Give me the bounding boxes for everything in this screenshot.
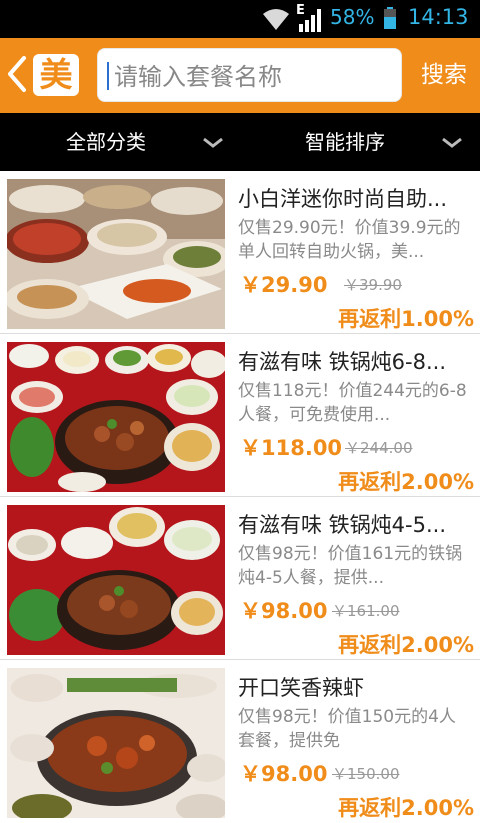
deal-title: 有滋有味 铁锅炖4-5... [238,513,446,537]
battery-icon [384,7,396,29]
deal-list[interactable]: 小白洋迷你时尚自助... 仅售29.90元！价值39.9元的单人回转自助火锅，美… [0,171,480,820]
signal-icon [299,9,321,32]
chevron-down-icon [203,137,223,148]
deal-description: 仅售118元！价值244元的6-8人餐，可免费使用... [238,381,467,425]
deal-rebate: 再返利2.00% [338,633,474,657]
deal-original-price: ￥161.00 [332,602,400,620]
deal-item[interactable]: 小白洋迷你时尚自助... 仅售29.90元！价值39.9元的单人回转自助火锅，美… [0,171,480,334]
deal-image-spicy-shrimp [7,668,225,818]
deal-description: 仅售29.90元！价值39.9元的单人回转自助火锅，美... [238,218,461,262]
text-cursor [107,62,109,90]
deal-price: ￥29.90 [240,273,328,297]
deal-image-hotpot-buffet [7,179,225,329]
deal-original-price: ￥244.00 [345,439,413,457]
deal-original-price: ￥39.90 [344,276,402,294]
battery-percent: 58% [330,5,375,29]
search-box[interactable] [97,48,402,102]
deal-rebate: 再返利1.00% [338,307,474,331]
deal-item[interactable]: 开口笑香辣虾 仅售98元！价值150元的4人套餐，提供免 ￥98.00 ￥150… [0,660,480,823]
deal-image-iron-pot-stew [7,342,225,492]
deal-image-iron-pot-stew [7,505,225,655]
sort-filter[interactable]: 智能排序 [240,113,480,171]
clock: 14:13 [408,5,469,29]
deal-original-price: ￥150.00 [332,765,400,783]
deal-description: 仅售98元！价值150元的4人套餐，提供免 [238,707,456,751]
deal-item[interactable]: 有滋有味 铁锅炖4-5... 仅售98元！价值161元的铁锅炖4-5人餐，提供.… [0,497,480,660]
search-input[interactable] [112,57,396,97]
deal-title: 小白洋迷你时尚自助... [238,187,448,211]
deal-title: 开口笑香辣虾 [238,676,364,700]
filter-bar: 全部分类 智能排序 [0,113,480,171]
deal-price: ￥98.00 [240,599,328,623]
app-logo: 美 [33,54,79,96]
deal-price: ￥118.00 [240,436,343,460]
back-icon[interactable] [4,54,30,94]
deal-title: 有滋有味 铁锅炖6-8... [238,350,446,374]
status-bar: E 58% 14:13 [0,0,480,38]
deal-rebate: 再返利2.00% [338,470,474,494]
deal-price: ￥98.00 [240,762,328,786]
sort-filter-label: 智能排序 [305,130,385,154]
deal-rebate: 再返利2.00% [338,796,474,820]
app-header: 美 搜索 [0,38,480,113]
category-filter[interactable]: 全部分类 [0,113,240,171]
category-filter-label: 全部分类 [66,130,146,154]
deal-description: 仅售98元！价值161元的铁锅炖4-5人餐，提供... [238,544,463,588]
search-button[interactable]: 搜索 [408,50,480,100]
deal-item[interactable]: 有滋有味 铁锅炖6-8... 仅售118元！价值244元的6-8人餐，可免费使用… [0,334,480,497]
chevron-down-icon [442,137,462,148]
